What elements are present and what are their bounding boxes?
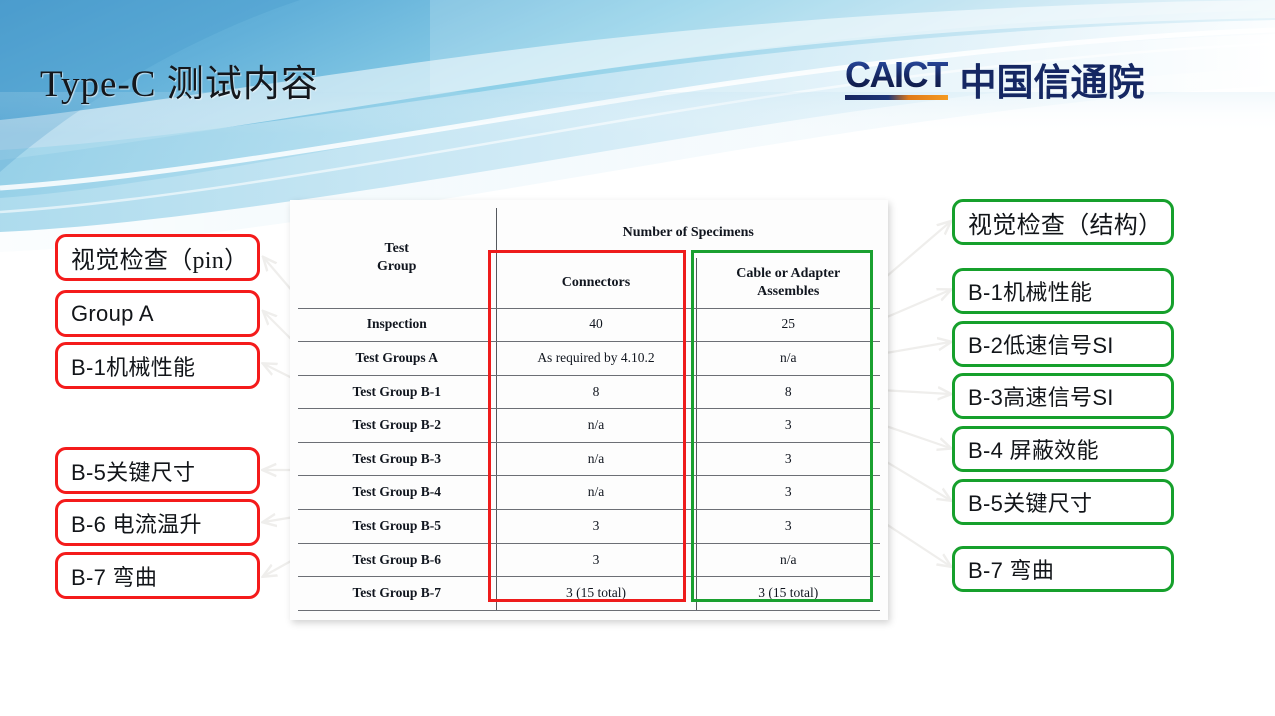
- cell-cable-or-adapter: 3 (15 total): [695, 576, 880, 611]
- callout-label: B-5关键尺寸: [71, 459, 196, 485]
- callout-label: 视觉检查（pin）: [71, 248, 249, 274]
- table-row: Test Group B-3 n/a 3: [298, 442, 880, 477]
- callout-label: B-3高速信号SI: [968, 385, 1114, 410]
- cell-test-group: Inspection: [298, 308, 496, 343]
- cell-cable-or-adapter: n/a: [695, 543, 880, 578]
- cell-connectors: n/a: [495, 442, 696, 477]
- left-callout-2[interactable]: Group A: [55, 290, 260, 337]
- left-callout-1[interactable]: 视觉检查（pin）: [55, 234, 260, 281]
- right-callout-2[interactable]: B-1机械性能: [952, 268, 1174, 314]
- right-callout-7[interactable]: B-7 弯曲: [952, 546, 1174, 592]
- specimen-table: Test Group Number of Specimens Connector…: [298, 208, 880, 611]
- cell-connectors: 3: [495, 509, 696, 544]
- cell-test-group: Test Groups A: [298, 341, 496, 376]
- left-callout-4[interactable]: B-5关键尺寸: [55, 447, 260, 494]
- table-header-row-1: Test Group Number of Specimens: [298, 208, 880, 309]
- cell-test-group: Test Group B-1: [298, 375, 496, 410]
- cell-test-group: Test Group B-3: [298, 442, 496, 477]
- callout-label: B-7 弯曲: [71, 564, 158, 590]
- cell-cable-or-adapter: 25: [695, 308, 880, 343]
- table-row: Test Group B-7 3 (15 total) 3 (15 total): [298, 576, 880, 611]
- cell-test-group: Test Group B-6: [298, 543, 496, 578]
- cell-connectors: As required by 4.10.2: [495, 341, 696, 376]
- table-row: Test Group B-4 n/a 3: [298, 475, 880, 511]
- caict-chinese-name: 中国信通院: [959, 62, 1145, 103]
- cell-cable-or-adapter: 8: [695, 375, 880, 410]
- cell-cable-or-adapter: 3: [695, 408, 880, 443]
- table-row: Inspection 40 25: [298, 308, 880, 343]
- header-cable-or-adapter: Cable or Adapter Assembles: [695, 258, 880, 309]
- callout-label: B-4 屏蔽效能: [968, 438, 1099, 463]
- header-test-group: Test Group: [298, 208, 496, 309]
- left-callout-5[interactable]: B-6 电流温升: [55, 499, 260, 546]
- right-callout-5[interactable]: B-4 屏蔽效能: [952, 426, 1174, 472]
- cell-cable-or-adapter: 3: [695, 475, 880, 511]
- callout-label: B-1机械性能: [968, 280, 1093, 305]
- table-row: Test Group B-2 n/a 3: [298, 408, 880, 443]
- cell-cable-or-adapter: n/a: [695, 341, 880, 376]
- cell-test-group: Test Group B-7: [298, 576, 496, 611]
- cell-connectors: 40: [495, 308, 696, 343]
- callout-label: B-2低速信号SI: [968, 333, 1114, 358]
- caict-wordmark-block: CAICT: [845, 54, 949, 100]
- cell-test-group: Test Group B-2: [298, 408, 496, 443]
- table-row: Test Group B-6 3 n/a: [298, 543, 880, 578]
- header-number-of-specimens: Number of Specimens: [495, 208, 880, 258]
- cell-test-group: Test Group B-5: [298, 509, 496, 544]
- page-title: Type-C 测试内容: [40, 64, 319, 105]
- caict-wordmark-text: CAICT: [845, 54, 949, 95]
- callout-label: 视觉检查（结构）: [968, 212, 1163, 239]
- cell-cable-or-adapter: 3: [695, 509, 880, 544]
- table-row: Test Group B-5 3 3: [298, 509, 880, 544]
- cell-connectors: n/a: [495, 408, 696, 443]
- right-callout-1[interactable]: 视觉检查（结构）: [952, 199, 1174, 245]
- cell-test-group: Test Group B-4: [298, 475, 496, 511]
- cell-connectors: n/a: [495, 475, 696, 511]
- callout-label: B-6 电流温升: [71, 511, 202, 537]
- logo-accent-bar: [845, 95, 948, 100]
- caict-logo: CAICT 中国信通院: [845, 54, 1145, 103]
- specimen-table-panel: Test Group Number of Specimens Connector…: [290, 200, 888, 620]
- right-callout-4[interactable]: B-3高速信号SI: [952, 373, 1174, 419]
- cell-connectors: 3 (15 total): [495, 576, 696, 611]
- table-row: Test Group B-1 8 8: [298, 375, 880, 410]
- callout-label: B-5关键尺寸: [968, 491, 1093, 516]
- callout-label: B-7 弯曲: [968, 558, 1055, 583]
- right-callout-3[interactable]: B-2低速信号SI: [952, 321, 1174, 367]
- slide-canvas: Type-C 测试内容 CAICT 中国信通院 Test Group Numbe…: [0, 0, 1275, 716]
- cell-connectors: 3: [495, 543, 696, 578]
- specimen-table-body: Inspection 40 25 Test Groups A As required b…: [298, 308, 880, 611]
- left-callout-3[interactable]: B-1机械性能: [55, 342, 260, 389]
- right-callout-6[interactable]: B-5关键尺寸: [952, 479, 1174, 525]
- callout-label: Group A: [71, 300, 154, 326]
- table-row: Test Groups A As required by 4.10.2 n/a: [298, 341, 880, 376]
- cell-connectors: 8: [495, 375, 696, 410]
- left-callout-6[interactable]: B-7 弯曲: [55, 552, 260, 599]
- header-connectors: Connectors: [495, 258, 696, 309]
- callout-label: B-1机械性能: [71, 354, 196, 380]
- cell-cable-or-adapter: 3: [695, 442, 880, 477]
